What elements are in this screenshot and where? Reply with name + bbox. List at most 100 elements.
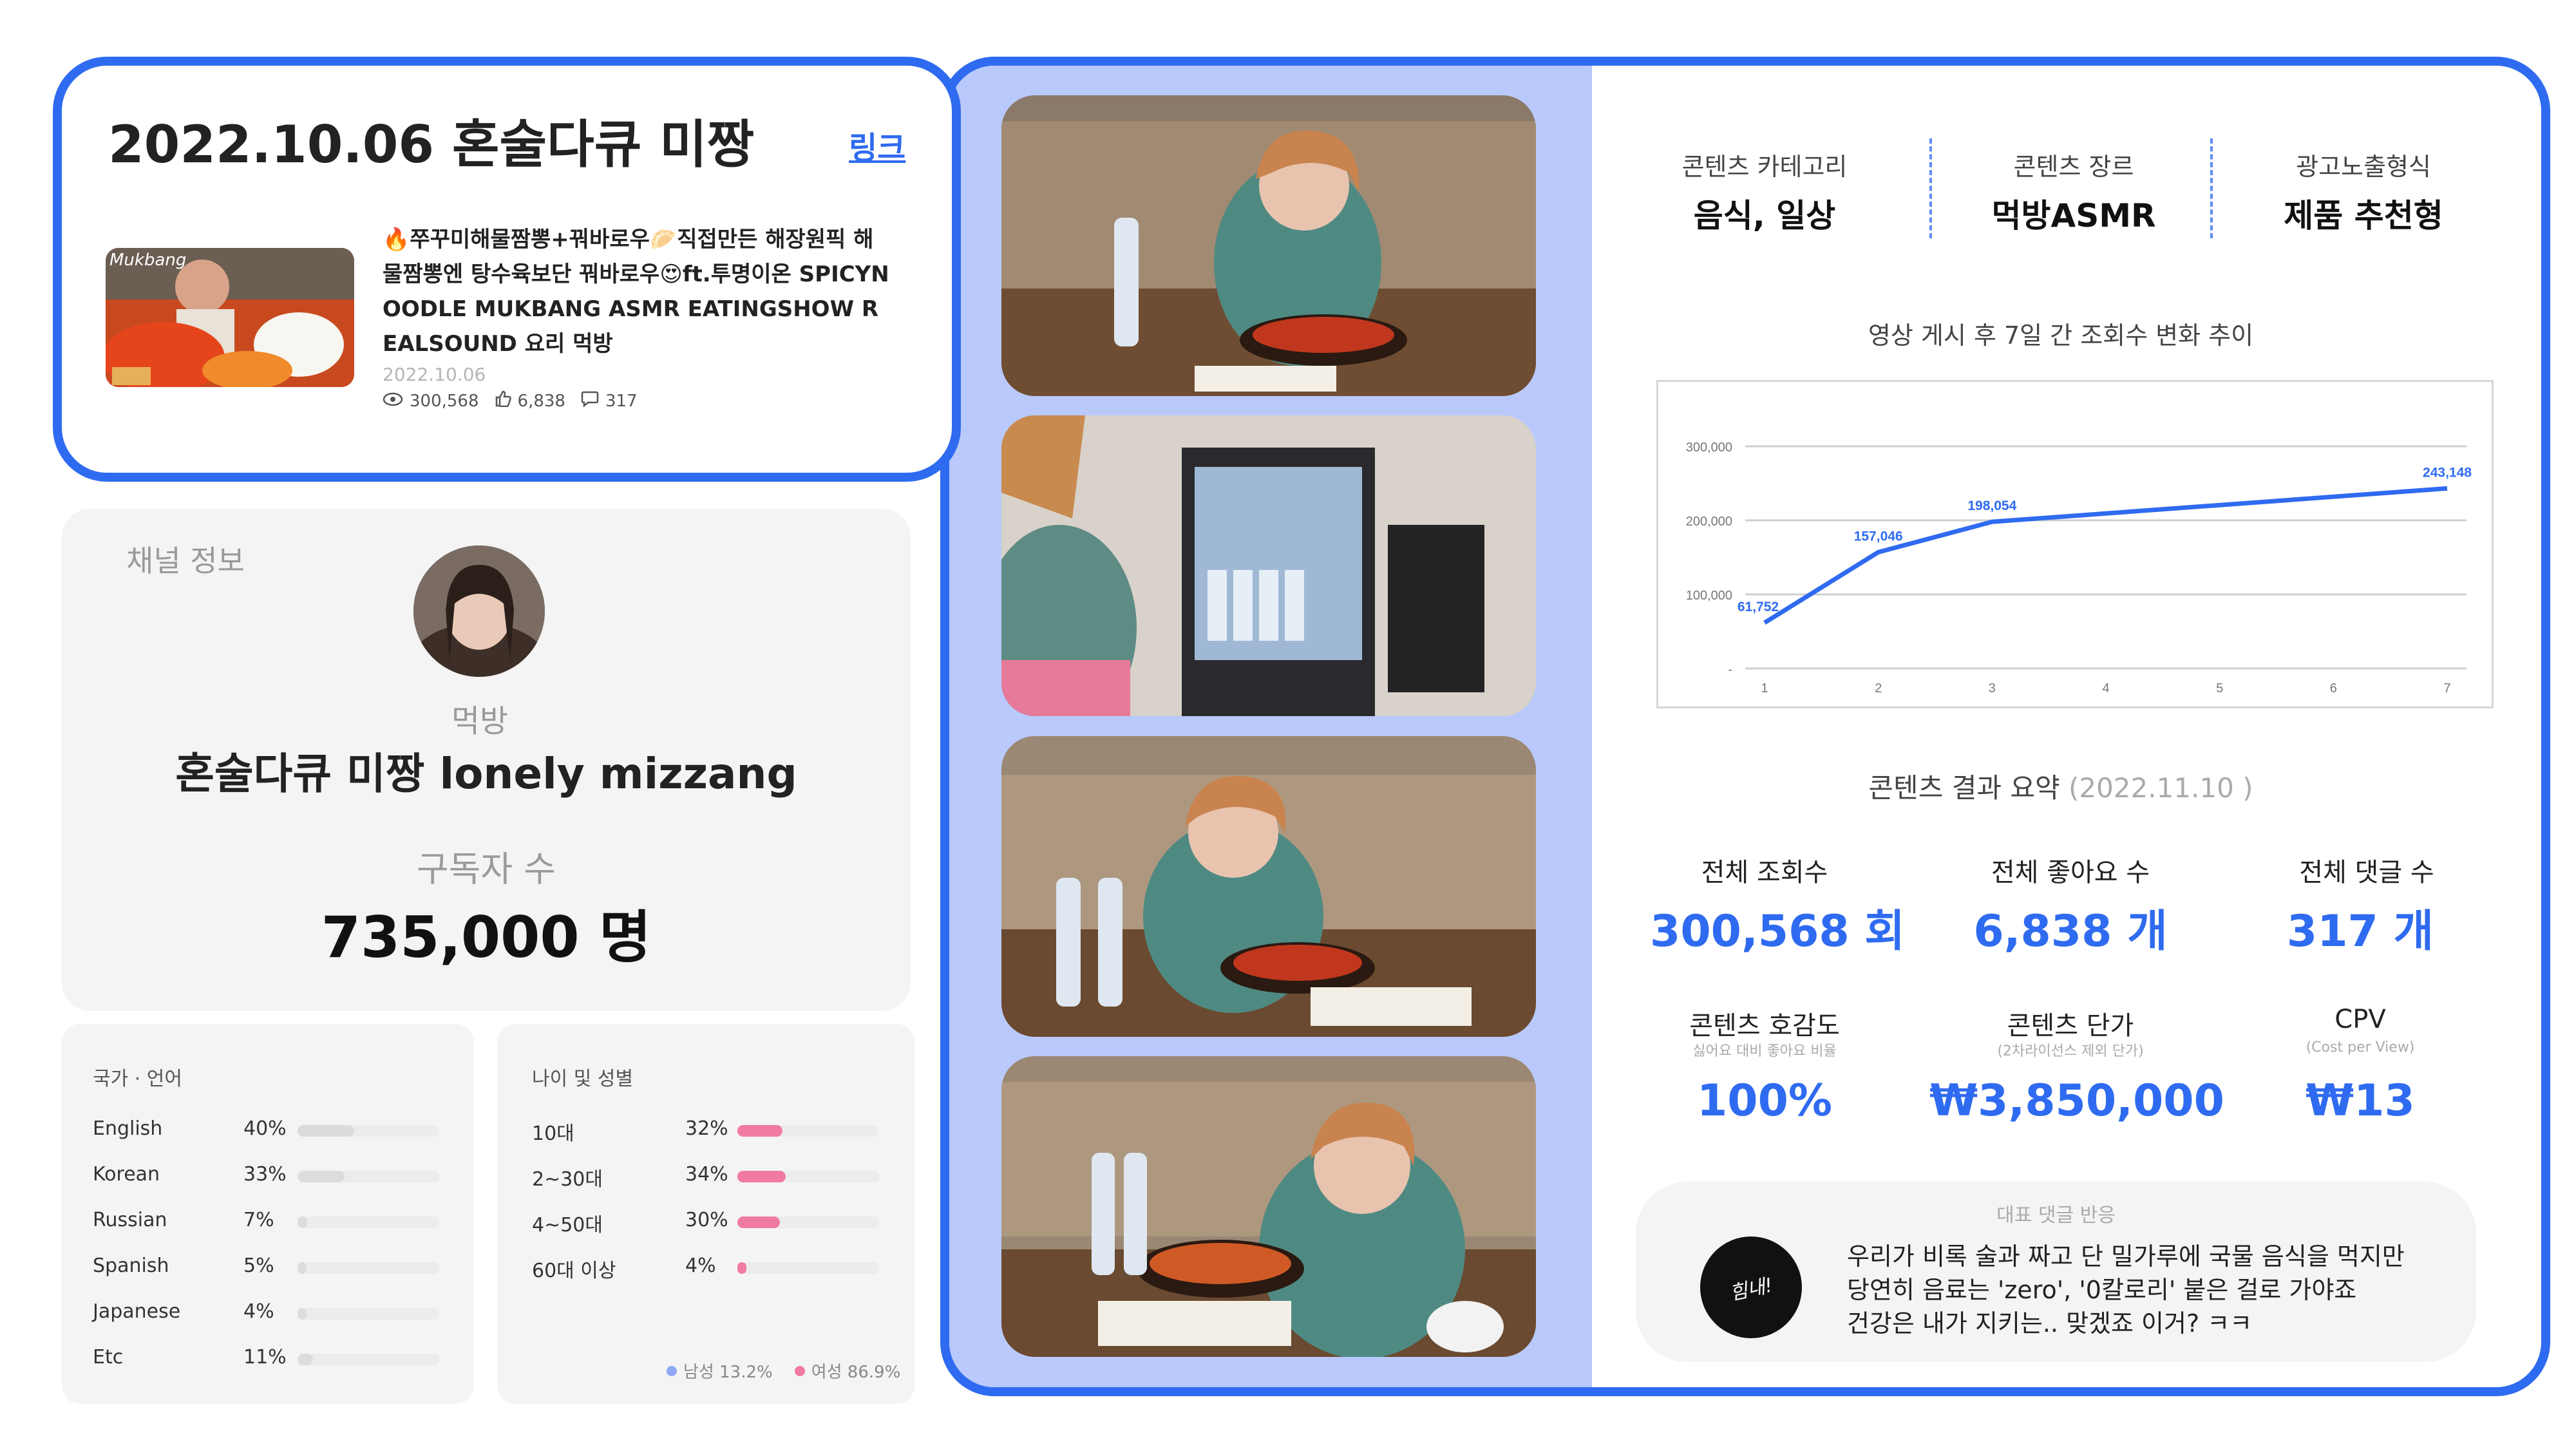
demographic-row: 2~30대 34% [532,1163,886,1202]
demographic-percent: 33% [243,1163,287,1186]
demographic-label: Korean [93,1163,160,1186]
demographic-row: 4~50대 30% [532,1209,886,1247]
demographic-label: Spanish [93,1255,169,1277]
demographic-percent: 40% [243,1117,287,1140]
demographic-row: Spanish 5% [93,1255,446,1293]
total-likes-value: 6,838 개 [1973,906,2168,957]
subscribers-label: 구독자 수 [417,849,556,889]
summary-title: 콘텐츠 결과 요약 [1868,772,2060,804]
chart-x-tick: 3 [1989,681,1996,696]
ad-format-value: 제품 추천형 [2284,197,2443,234]
demographic-bar-fill [737,1217,780,1228]
chart-x-tick: 1 [1761,681,1768,696]
chart-data-label: 198,054 [1967,498,2016,513]
video-thumbnail[interactable]: Mukbang [106,248,354,387]
price-sub: (2차라이선스 제외 단가) [1997,1043,2144,1059]
views-chart-frame: 300,000 200,000 100,000 - 1 2 3 4 5 6 7 61,752 157,0… [1656,380,2494,708]
gender-legend: 남성 13.2% 여성 86.9% [667,1359,900,1383]
channel-section-label: 채널 정보 [126,544,245,578]
demographic-label: 2~30대 [532,1168,603,1191]
price-label: 콘텐츠 단가 [2007,1011,2134,1041]
chart-data-label: 61,752 [1738,600,1779,614]
video-title[interactable]: 🔥쭈꾸미해물짬뽕+꿔바로우🥟직접만든 해장원픽 해물짬뽕엔 탕수육보단 꿔바로우… [383,222,891,361]
comment-title: 대표 댓글 반응 [1996,1204,2116,1227]
summary-date: (2022.11.10 ) [2068,772,2253,804]
demographic-bar-fill [298,1171,345,1182]
demographic-bar-track [298,1171,439,1182]
chart-y-tick: 100,000 [1686,589,1732,603]
total-comments-value: 317 개 [2286,906,2434,957]
content-genre-label: 콘텐츠 장르 [2013,153,2134,181]
comment-line-3: 건강은 내가 지키는.. 맞겠죠 이거? ㅋㅋ [1847,1309,2253,1338]
demographic-row: Japanese 4% [93,1300,446,1339]
price-value: ₩3,850,000 [1929,1075,2224,1126]
total-comments-label: 전체 댓글 수 [2299,858,2434,887]
total-views-value: 300,568 회 [1650,906,1905,957]
video-link[interactable]: 링크 [849,122,905,167]
demographic-bar-fill [298,1217,308,1228]
demographic-bar-track [298,1308,439,1320]
thumbs-up-icon [495,390,511,412]
video-stats: 300,568 6,838 317 [383,390,638,412]
demographic-bar-track [298,1125,439,1137]
content-category-label: 콘텐츠 카테고리 [1681,153,1848,181]
demographic-label: 60대 이상 [532,1260,616,1282]
comments-count: 317 [605,391,638,411]
meta-divider-2 [2210,138,2213,238]
demographic-bar-track [298,1262,439,1274]
chart-data-label: 157,046 [1854,529,1903,544]
demographic-label: 4~50대 [532,1214,603,1236]
cpv-value: ₩13 [2306,1075,2415,1126]
demographic-bar-fill [298,1354,314,1365]
demographic-percent: 34% [685,1163,728,1186]
comment-avatar: 힘내! [1700,1236,1802,1338]
demographic-bar-fill [298,1125,354,1137]
demographic-row: Russian 7% [93,1209,446,1247]
chart-y-tick: 300,000 [1686,440,1732,455]
demographic-row: Etc 11% [93,1346,446,1385]
female-legend-dot [794,1365,805,1376]
demographic-bar-track [737,1125,879,1137]
subscribers-value: 735,000 명 [321,904,652,971]
chart-x-tick: 6 [2330,681,2337,696]
demographic-row: English 40% [93,1117,446,1156]
video-frame-2 [1001,415,1536,716]
cpv-sub: (Cost per View) [2306,1039,2415,1056]
demographic-percent: 4% [685,1255,716,1277]
male-legend-label: 남성 13.2% [683,1363,773,1382]
demographic-label: Etc [93,1346,124,1368]
chart-data-label: 243,148 [2423,465,2472,480]
demographic-label: Russian [93,1209,167,1231]
favor-value: 100% [1696,1075,1833,1126]
demographic-percent: 5% [243,1255,274,1277]
views-count: 300,568 [410,391,479,411]
content-category-value: 음식, 일상 [1693,197,1836,234]
chart-x-tick: 5 [2216,681,2223,696]
views-line-chart: 300,000 200,000 100,000 - 1 2 3 4 5 6 7 61,752 157,0… [1686,440,2472,696]
female-legend-label: 여성 86.9% [811,1363,901,1382]
demographic-bar-fill [737,1262,746,1274]
demographic-bar-fill [737,1171,786,1182]
content-genre-value: 먹방ASMR [1991,197,2156,234]
comment-text: 우리가 비록 술과 짜고 단 밀가루에 국물 음식을 먹지만 당연히 음료는 '… [1847,1240,2405,1340]
meta-divider-1 [1929,138,1932,238]
demographic-bar-fill [298,1262,307,1274]
demographic-percent: 32% [685,1117,728,1140]
likes-count: 6,838 [517,391,565,411]
favor-label: 콘텐츠 호감도 [1689,1011,1840,1041]
demographic-label: Japanese [93,1300,181,1323]
cpv-label: CPV [2334,1005,2386,1034]
demographic-row: 60대 이상 4% [532,1255,886,1293]
demographic-bar-track [737,1217,879,1228]
demographic-bar-fill [737,1125,783,1137]
video-frame-4 [1001,1056,1536,1357]
demographic-row: Korean 33% [93,1163,446,1202]
demographic-bar-track [737,1171,879,1182]
eye-icon [383,392,403,411]
ad-format-label: 광고노출형식 [2296,153,2431,181]
comment-line-1: 우리가 비록 술과 짜고 단 밀가루에 국물 음식을 먹지만 [1847,1242,2405,1271]
demographic-bar-fill [298,1308,307,1320]
thumbnail-tag: Mukbang [109,251,187,270]
video-frame-3 [1001,736,1536,1037]
video-date: 2022.10.06 [383,364,486,385]
